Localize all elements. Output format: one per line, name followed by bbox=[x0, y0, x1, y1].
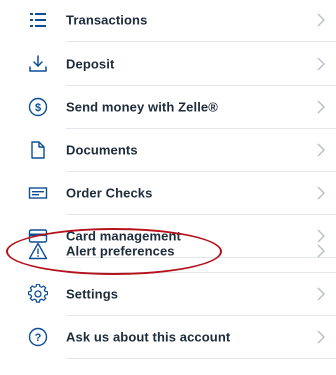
menu-item-label: Order Checks bbox=[66, 185, 153, 200]
menu-item-label: Ask us about this account bbox=[66, 329, 231, 344]
chevron-right-icon bbox=[317, 57, 325, 70]
check-icon bbox=[27, 182, 49, 204]
menu-item-label: Settings bbox=[66, 286, 119, 301]
menu-item-ask-us[interactable]: ? Ask us about this account bbox=[0, 315, 336, 358]
chevron-right-icon bbox=[317, 287, 325, 300]
menu-item-deposit[interactable]: Deposit bbox=[0, 42, 336, 85]
list-icon bbox=[27, 9, 49, 31]
document-icon bbox=[27, 139, 49, 161]
warning-triangle-icon bbox=[27, 240, 49, 262]
gear-icon bbox=[27, 283, 49, 305]
menu-item-label: Send money with Zelle® bbox=[66, 99, 218, 114]
chevron-right-icon bbox=[317, 330, 325, 343]
menu-item-label: Alert preferences bbox=[66, 243, 175, 258]
menu-item-documents[interactable]: Documents bbox=[0, 128, 336, 171]
divider bbox=[66, 358, 336, 359]
download-tray-icon bbox=[27, 53, 49, 75]
question-circle-icon: ? bbox=[27, 326, 49, 348]
menu-item-alert-preferences[interactable]: Alert preferences bbox=[0, 229, 336, 272]
chevron-right-icon bbox=[317, 186, 325, 199]
menu-item-transactions[interactable]: Transactions bbox=[0, 0, 336, 41]
menu-item-order-checks[interactable]: Order Checks bbox=[0, 171, 336, 214]
svg-text:?: ? bbox=[35, 332, 42, 344]
chevron-right-icon bbox=[317, 244, 325, 257]
menu-item-label: Deposit bbox=[66, 56, 115, 71]
menu-item-label: Transactions bbox=[66, 12, 148, 27]
chevron-right-icon bbox=[317, 100, 325, 113]
dollar-circle-icon: $ bbox=[27, 96, 49, 118]
chevron-right-icon bbox=[317, 143, 325, 156]
account-options-menu: Transactions Deposit $ Send money with Z… bbox=[0, 0, 336, 375]
chevron-right-icon bbox=[317, 13, 325, 26]
menu-item-label: Documents bbox=[66, 142, 138, 157]
svg-text:$: $ bbox=[35, 102, 41, 114]
menu-item-settings[interactable]: Settings bbox=[0, 272, 336, 315]
menu-item-send-money-zelle[interactable]: $ Send money with Zelle® bbox=[0, 85, 336, 128]
